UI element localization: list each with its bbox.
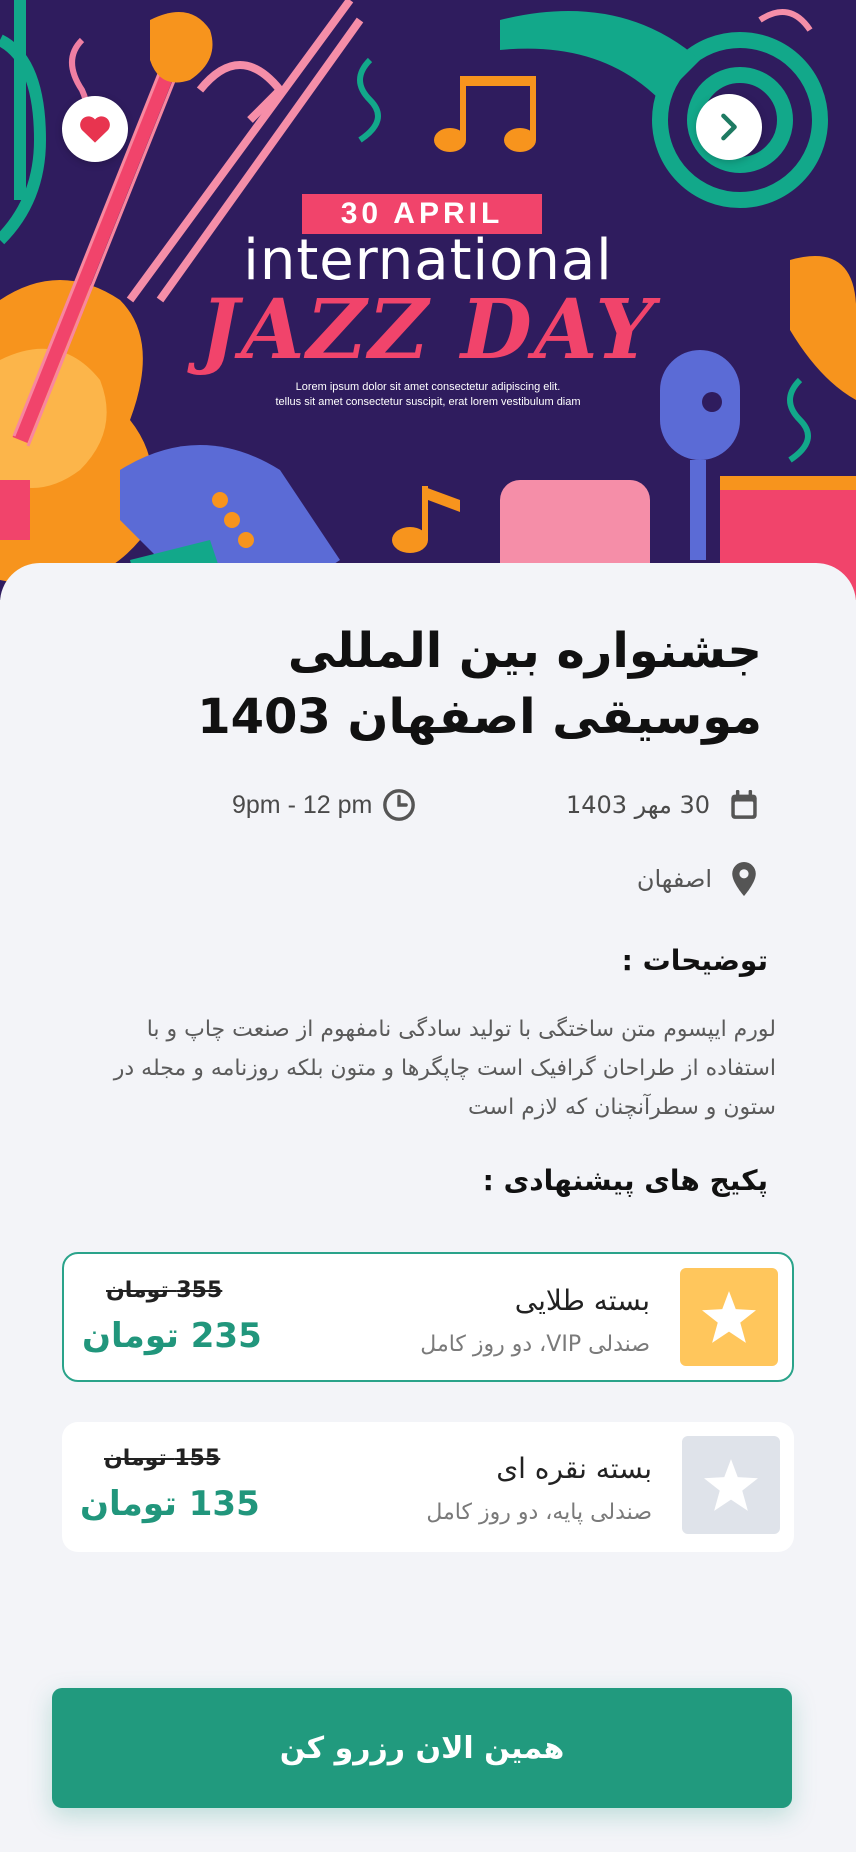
clock-icon — [383, 789, 416, 821]
event-date: 30 مهر 1403 — [566, 790, 758, 820]
package-details: صندلی VIP، دو روز کامل — [420, 1332, 650, 1357]
next-button[interactable] — [696, 94, 762, 160]
package-old-price: 155 تومان — [104, 1446, 221, 1471]
calendar-icon — [731, 790, 757, 819]
package-price: 235 تومان — [82, 1316, 262, 1356]
hero-headline: JAZZ DAY — [200, 282, 656, 378]
chevron-right-icon — [721, 113, 737, 141]
event-time-text: 9pm - 12 pm — [232, 790, 373, 819]
heart-icon — [80, 116, 110, 143]
package-gold-card[interactable]: بسته طلایی صندلی VIP، دو روز کامل 355 تو… — [62, 1252, 794, 1382]
description-text: لورم ایپسوم متن ساختگی با تولید سادگی نا… — [113, 1017, 776, 1120]
star-icon — [702, 1291, 756, 1343]
favorite-button[interactable] — [62, 96, 128, 162]
star-icon — [704, 1459, 758, 1511]
hero-caption: Lorem ipsum dolor sit amet consectetur a… — [0, 380, 856, 410]
event-title: جشنواره بین المللی موسیقی اصفهان 1403 — [197, 623, 762, 745]
book-now-button[interactable]: همین الان رزرو کن — [52, 1688, 792, 1808]
package-silver-icon-box — [682, 1436, 780, 1534]
event-time: 9pm - 12 pm — [232, 788, 416, 822]
package-old-price: 355 تومان — [106, 1278, 223, 1303]
location-pin-icon — [732, 862, 756, 896]
event-date-text: 30 مهر 1403 — [565, 791, 710, 819]
package-name: بسته نقره ای — [496, 1452, 652, 1485]
event-details-card — [0, 563, 856, 1852]
packages-heading: پکیج های پیشنهادی : — [482, 1164, 768, 1197]
event-location-text: اصفهان — [636, 865, 712, 893]
hero-caption-line: Lorem ipsum dolor sit amet consectetur a… — [295, 381, 561, 393]
description-heading: توضیحات : — [621, 944, 768, 977]
event-location: اصفهان — [637, 862, 756, 896]
package-details: صندلی پایه، دو روز کامل — [426, 1500, 652, 1525]
hero-caption-line: tellus sit amet consectetur suscipit, er… — [275, 396, 581, 408]
event-banner: 30 APRIL international JAZZ DAY Lorem ip… — [0, 0, 856, 600]
package-silver-card[interactable]: بسته نقره ای صندلی پایه، دو روز کامل 155… — [62, 1422, 794, 1552]
package-price: 135 تومان — [80, 1484, 260, 1524]
package-gold-icon-box — [680, 1268, 778, 1366]
package-name: بسته طلایی — [514, 1284, 650, 1317]
